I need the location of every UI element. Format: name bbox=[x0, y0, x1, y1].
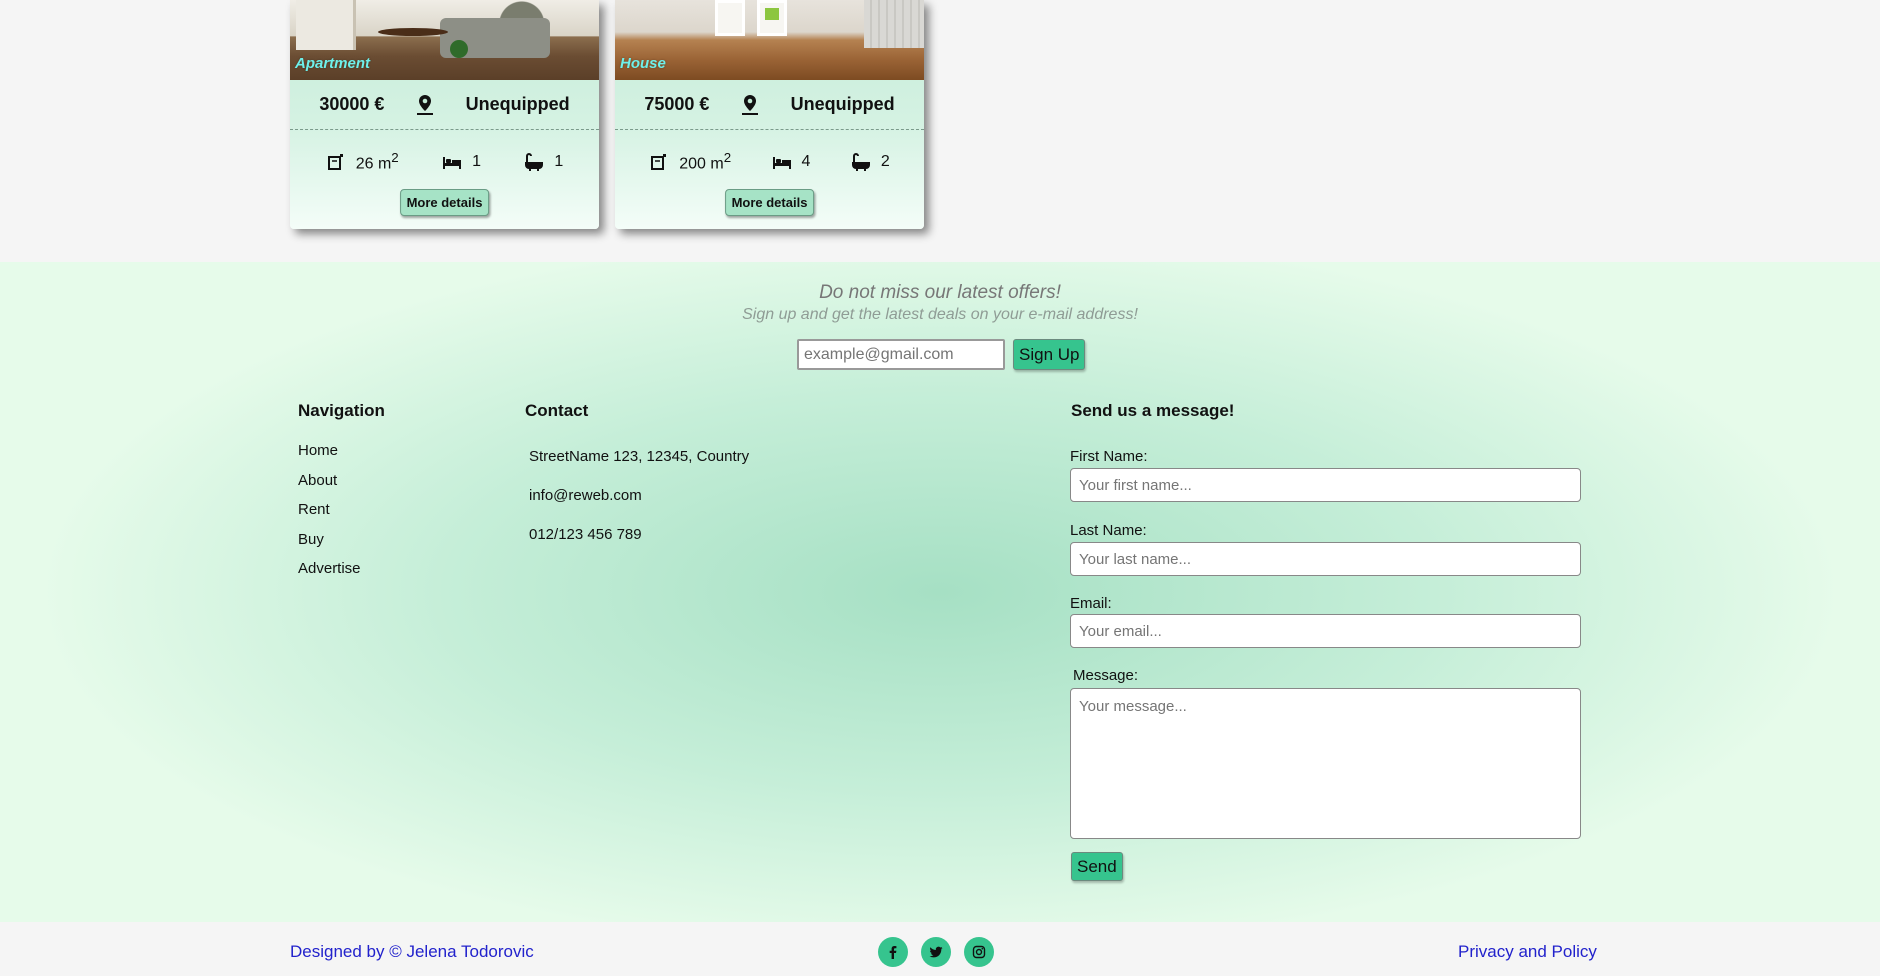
area-unit: m bbox=[710, 155, 724, 173]
nav-link-about[interactable]: About bbox=[298, 472, 361, 502]
bottom-bar: Designed by © Jelena Todorovic Privacy a… bbox=[0, 922, 1880, 976]
facebook-icon[interactable] bbox=[878, 937, 908, 967]
contact-title: Contact bbox=[525, 401, 589, 420]
listing-bedrooms: 1 bbox=[472, 152, 481, 170]
message-form-title: Send us a message! bbox=[1071, 401, 1235, 420]
listing-equipment: Unequipped bbox=[465, 94, 570, 114]
designer-credit: Designed by © Jelena Todorovic bbox=[290, 942, 534, 961]
area-icon bbox=[651, 153, 667, 170]
bed-icon bbox=[772, 156, 791, 169]
nav-link-buy[interactable]: Buy bbox=[298, 531, 361, 561]
spec-bedrooms: 4 bbox=[772, 152, 811, 171]
listing-card: House 75000 € Unequipped 200 m2 4 2 More… bbox=[615, 0, 924, 229]
spec-area: 26 m2 bbox=[326, 150, 399, 173]
listing-photo[interactable]: Apartment bbox=[290, 0, 599, 80]
newsletter-subtitle: Sign up and get the latest deals on your… bbox=[742, 306, 1138, 323]
location-pin-icon bbox=[417, 94, 434, 115]
last-name-input[interactable] bbox=[1070, 542, 1581, 576]
listing-type: Apartment bbox=[295, 55, 371, 72]
email-label: Email: bbox=[1070, 595, 1112, 612]
spec-bedrooms: 1 bbox=[442, 153, 481, 171]
listing-summary: 30000 € Unequipped bbox=[290, 80, 599, 130]
navigation-title: Navigation bbox=[298, 401, 385, 420]
listing-cards: Apartment 30000 € Unequipped 26 m2 1 1 M… bbox=[290, 0, 924, 229]
bathtub-icon bbox=[525, 152, 544, 171]
social-links bbox=[878, 937, 994, 967]
area-unit: m bbox=[377, 155, 392, 173]
send-button[interactable]: Send bbox=[1071, 852, 1123, 881]
listing-area: 26 bbox=[355, 155, 374, 173]
more-details-button[interactable]: More details bbox=[399, 189, 490, 216]
listing-bedrooms: 4 bbox=[801, 152, 811, 170]
listing-card: Apartment 30000 € Unequipped 26 m2 1 1 M… bbox=[290, 0, 599, 229]
more-details-button[interactable]: More details bbox=[724, 189, 815, 216]
spec-area: 200 m2 bbox=[649, 150, 731, 173]
newsletter-email-input[interactable] bbox=[797, 339, 1005, 370]
footer-section: Do not miss our latest offers! Sign up a… bbox=[0, 262, 1880, 922]
first-name-label: First Name: bbox=[1070, 448, 1148, 465]
listing-type: House bbox=[620, 55, 666, 72]
instagram-icon[interactable] bbox=[964, 937, 994, 967]
listing-price: 30000 € bbox=[319, 94, 385, 114]
last-name-label: Last Name: bbox=[1070, 522, 1147, 539]
listing-summary: 75000 € Unequipped bbox=[615, 80, 924, 130]
email-field[interactable] bbox=[1070, 614, 1581, 648]
listing-specs: 200 m2 4 2 bbox=[615, 130, 924, 173]
contact-address: StreetName 123, 12345, Country bbox=[529, 448, 750, 465]
newsletter: Do not miss our latest offers! Sign up a… bbox=[0, 282, 1880, 324]
privacy-policy-link[interactable]: Privacy and Policy bbox=[1458, 942, 1597, 962]
message-label: Message: bbox=[1073, 667, 1139, 684]
listing-area: 200 bbox=[679, 155, 706, 173]
newsletter-form: Sign Up bbox=[797, 339, 1086, 370]
listing-bathrooms: 1 bbox=[554, 152, 564, 170]
listing-equipment: Unequipped bbox=[790, 94, 895, 114]
area-icon bbox=[327, 153, 343, 170]
footer-navigation: Home About Rent Buy Advertise bbox=[298, 442, 361, 590]
spec-bathrooms: 2 bbox=[851, 153, 890, 171]
nav-link-home[interactable]: Home bbox=[298, 442, 361, 472]
first-name-input[interactable] bbox=[1070, 468, 1581, 502]
sign-up-button[interactable]: Sign Up bbox=[1013, 339, 1086, 370]
listing-bathrooms: 2 bbox=[880, 152, 890, 170]
location-pin-icon bbox=[742, 94, 759, 115]
area-unit-sup: 2 bbox=[723, 150, 732, 165]
bed-icon bbox=[443, 156, 462, 169]
contact-phone: 012/123 456 789 bbox=[529, 526, 642, 543]
nav-link-advertise[interactable]: Advertise bbox=[298, 560, 361, 590]
message-textarea[interactable] bbox=[1070, 688, 1581, 839]
newsletter-title: Do not miss our latest offers! bbox=[819, 282, 1061, 303]
spec-bathrooms: 1 bbox=[524, 153, 563, 171]
listing-photo[interactable]: House bbox=[615, 0, 924, 80]
listing-specs: 26 m2 1 1 bbox=[290, 130, 599, 173]
bathtub-icon bbox=[851, 152, 870, 171]
contact-email: info@reweb.com bbox=[529, 487, 642, 504]
listing-price: 75000 € bbox=[644, 94, 710, 114]
twitter-icon[interactable] bbox=[921, 937, 951, 967]
nav-link-rent[interactable]: Rent bbox=[298, 501, 361, 531]
area-unit-sup: 2 bbox=[391, 150, 399, 165]
